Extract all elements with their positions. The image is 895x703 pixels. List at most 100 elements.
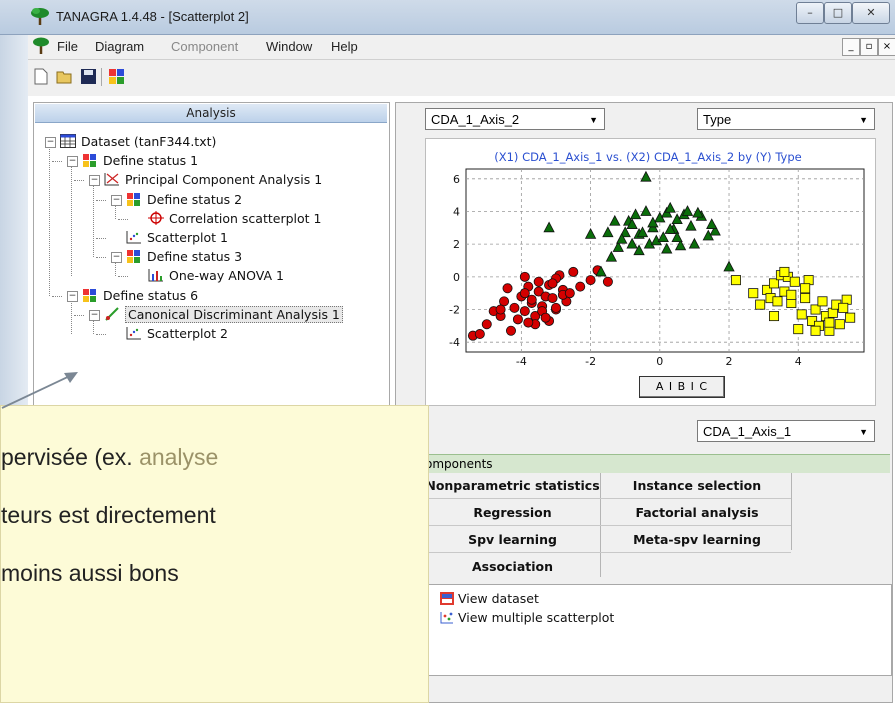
chevron-down-icon: ▼: [589, 115, 598, 125]
tree-connector: [96, 257, 106, 259]
tree-item[interactable]: Canonical Discriminant Analysis 1: [104, 305, 343, 324]
data-point-square: [796, 309, 807, 320]
menu-component[interactable]: Component: [171, 39, 238, 54]
y-axis-select[interactable]: CDA_1_Axis_2 ▼: [425, 108, 605, 130]
tab-association[interactable]: Association: [425, 559, 600, 574]
tree-item[interactable]: One-way ANOVA 1: [148, 267, 284, 285]
tree-item[interactable]: Dataset (tanF344.txt): [60, 133, 216, 151]
y-tick-label: -4: [449, 336, 460, 349]
tree-item[interactable]: Define status 6: [82, 287, 198, 305]
tree-collapse-toggle[interactable]: −: [89, 175, 100, 187]
new-file-icon[interactable]: [32, 68, 49, 85]
tree-item[interactable]: Correlation scatterplot 1: [148, 210, 321, 228]
data-point-circle: [505, 325, 516, 336]
data-point-triangle: [629, 208, 642, 220]
tree-item[interactable]: Principal Component Analysis 1: [104, 171, 322, 189]
tree-item-label: Principal Component Analysis 1: [125, 172, 323, 188]
tree-collapse-toggle[interactable]: −: [67, 290, 78, 302]
data-point-triangle: [685, 219, 697, 231]
data-point-circle: [533, 276, 544, 287]
mdi-close-button[interactable]: ×: [878, 38, 895, 56]
data-point-circle: [526, 294, 537, 305]
data-point-circle: [540, 312, 551, 323]
view-dataset-label: View dataset: [457, 591, 539, 606]
close-button[interactable]: ✕: [852, 2, 890, 24]
tree-collapse-toggle[interactable]: −: [89, 309, 100, 321]
tree-connector: [52, 161, 62, 163]
y-tick-label: 6: [453, 173, 460, 186]
open-folder-icon[interactable]: [56, 68, 73, 85]
tree-connector: [74, 314, 84, 316]
component-icon[interactable]: [108, 68, 125, 85]
data-point-circle: [568, 266, 579, 277]
data-point-circle: [585, 275, 596, 286]
tree-guide-line: [49, 147, 50, 296]
data-point-square: [845, 312, 856, 323]
save-icon[interactable]: [80, 68, 97, 85]
tree-item-label: Correlation scatterplot 1: [169, 210, 322, 226]
tab-factorial-analysis[interactable]: Factorial analysis: [603, 505, 791, 520]
data-point-circle: [519, 306, 530, 317]
chevron-down-icon: ▼: [859, 427, 868, 437]
tree-connector: [96, 199, 106, 201]
tree-item[interactable]: Define status 1: [82, 152, 198, 170]
tree-connector: [96, 334, 106, 335]
tab-instance-selection[interactable]: Instance selection: [603, 478, 791, 493]
data-point-circle: [575, 281, 586, 292]
components-tabs: Nonparametric statistics Instance select…: [425, 473, 890, 581]
menu-help[interactable]: Help: [331, 39, 358, 54]
tree-item-label: Scatterplot 2: [147, 326, 228, 341]
tree-collapse-toggle[interactable]: −: [67, 156, 78, 168]
menu-file[interactable]: File: [57, 39, 78, 54]
legend-button[interactable]: A I B I C: [639, 376, 725, 398]
x-tick-label: -4: [516, 355, 527, 368]
tab-spv-learning[interactable]: Spv learning: [425, 532, 600, 547]
y-axis-select-value: CDA_1_Axis_2: [431, 112, 520, 127]
y-tick-label: 4: [453, 205, 460, 218]
view-multiple-scatterplot-label: View multiple scatterplot: [457, 610, 615, 625]
tree-item[interactable]: Define status 2: [126, 191, 242, 209]
data-point-triangle: [609, 214, 621, 226]
minimize-button[interactable]: –: [796, 2, 824, 24]
tree-item-label: Define status 2: [147, 191, 243, 207]
mdi-restore-button[interactable]: ▫: [860, 38, 878, 56]
tree-guide-line: [93, 185, 94, 258]
slide-text-callout: pervisée (ex. analyse teurs est directem…: [0, 405, 429, 703]
view-scatter-icon: [440, 612, 453, 624]
toolbar: [28, 60, 895, 96]
data-point-square: [793, 324, 804, 335]
tree-collapse-toggle[interactable]: −: [45, 137, 56, 148]
tree-item[interactable]: Scatterplot 2: [126, 325, 228, 343]
analysis-header: Analysis: [35, 104, 387, 123]
define-status-icon: [126, 249, 147, 264]
tab-meta-spv-learning[interactable]: Meta-spv learning: [603, 532, 791, 547]
data-point-triangle: [723, 260, 735, 272]
mdi-minimize-button[interactable]: _: [842, 38, 860, 56]
tab-nonparametric-statistics[interactable]: Nonparametric statistics: [425, 478, 600, 493]
x-axis-select[interactable]: CDA_1_Axis_1 ▼: [697, 420, 875, 442]
tree-collapse-toggle[interactable]: −: [111, 252, 122, 264]
data-point-circle: [547, 278, 558, 289]
tree-item-label: Define status 6: [103, 287, 199, 303]
data-point-circle: [481, 319, 492, 330]
color-select[interactable]: Type ▼: [697, 108, 875, 130]
view-list: View dataset View multiple scatterplot: [425, 584, 892, 676]
data-point-square: [789, 276, 800, 287]
menu-window[interactable]: Window: [266, 39, 312, 54]
title-bar: TANAGRA 1.4.48 - [Scatterplot 2] – □ ✕: [0, 0, 895, 35]
crosshair-icon: [148, 210, 169, 226]
maximize-button[interactable]: □: [824, 2, 852, 24]
menu-diagram[interactable]: Diagram: [95, 39, 144, 54]
data-point-square: [769, 311, 780, 322]
view-multiple-scatterplot-item[interactable]: View multiple scatterplot: [440, 610, 614, 625]
tree-item[interactable]: Scatterplot 1: [126, 229, 228, 247]
scatterplot-icon: [126, 230, 147, 245]
tree-item-label: Define status 1: [103, 153, 199, 169]
tab-regression[interactable]: Regression: [425, 505, 600, 520]
tree-collapse-toggle[interactable]: −: [111, 194, 122, 206]
anova-icon: [148, 268, 169, 283]
data-point-square: [834, 319, 845, 330]
data-point-circle: [509, 302, 520, 313]
tree-item[interactable]: Define status 3: [126, 248, 242, 266]
view-dataset-item[interactable]: View dataset: [440, 591, 539, 606]
